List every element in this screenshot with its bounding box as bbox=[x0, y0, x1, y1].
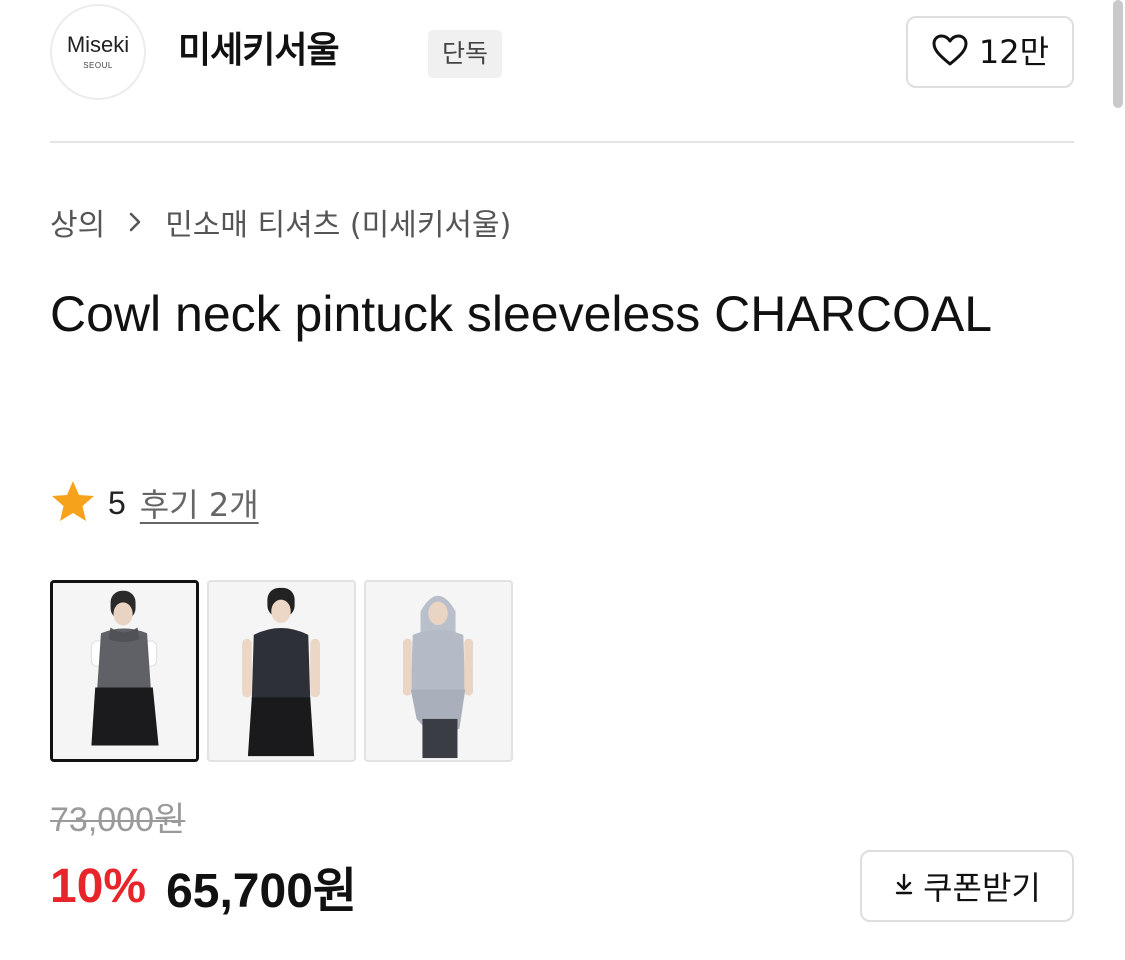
coupon-label: 쿠폰받기 bbox=[923, 869, 1041, 907]
product-thumbnail-1[interactable] bbox=[50, 580, 199, 762]
chevron-right-icon bbox=[127, 211, 143, 233]
product-thumbnail-3[interactable] bbox=[364, 580, 513, 762]
like-button[interactable]: 12만 bbox=[906, 16, 1074, 88]
scrollbar[interactable] bbox=[1111, 0, 1125, 960]
original-price: 73,000원 bbox=[50, 801, 186, 839]
product-thumbnail-2[interactable] bbox=[207, 580, 356, 762]
download-icon bbox=[893, 872, 915, 900]
star-icon bbox=[50, 479, 96, 527]
breadcrumb-subcategory[interactable]: 민소매 티셔츠 (미세키서울) bbox=[165, 200, 511, 244]
rating-value: 5 bbox=[108, 484, 126, 521]
logo-subtext: SEOUL bbox=[83, 61, 113, 70]
exclusive-badge: 단독 bbox=[428, 30, 503, 78]
review-link[interactable]: 후기 2개 bbox=[140, 480, 259, 526]
product-title: Cowl neck pintuck sleeveless CHARCOAL bbox=[50, 286, 993, 342]
sale-price: 65,700원 bbox=[166, 865, 358, 918]
store-name[interactable]: 미세키서울 bbox=[178, 27, 340, 75]
breadcrumb: 상의 민소매 티셔츠 (미세키서울) bbox=[50, 200, 511, 244]
coupon-button[interactable]: 쿠폰받기 bbox=[860, 850, 1074, 922]
discount-rate: 10% bbox=[50, 859, 147, 913]
scroll-thumb[interactable] bbox=[1113, 0, 1123, 108]
store-logo[interactable]: Miseki SEOUL bbox=[50, 4, 146, 100]
divider bbox=[50, 141, 1074, 143]
store-header: Miseki SEOUL 미세키서울 단독 12만 bbox=[50, 2, 1074, 104]
like-count: 12만 bbox=[978, 33, 1050, 71]
price-row: 10% 65,700원 bbox=[50, 854, 358, 919]
breadcrumb-category[interactable]: 상의 bbox=[50, 200, 105, 244]
logo-text: Miseki bbox=[66, 32, 130, 57]
rating: 5 후기 2개 bbox=[50, 478, 259, 528]
heart-icon bbox=[931, 33, 969, 71]
